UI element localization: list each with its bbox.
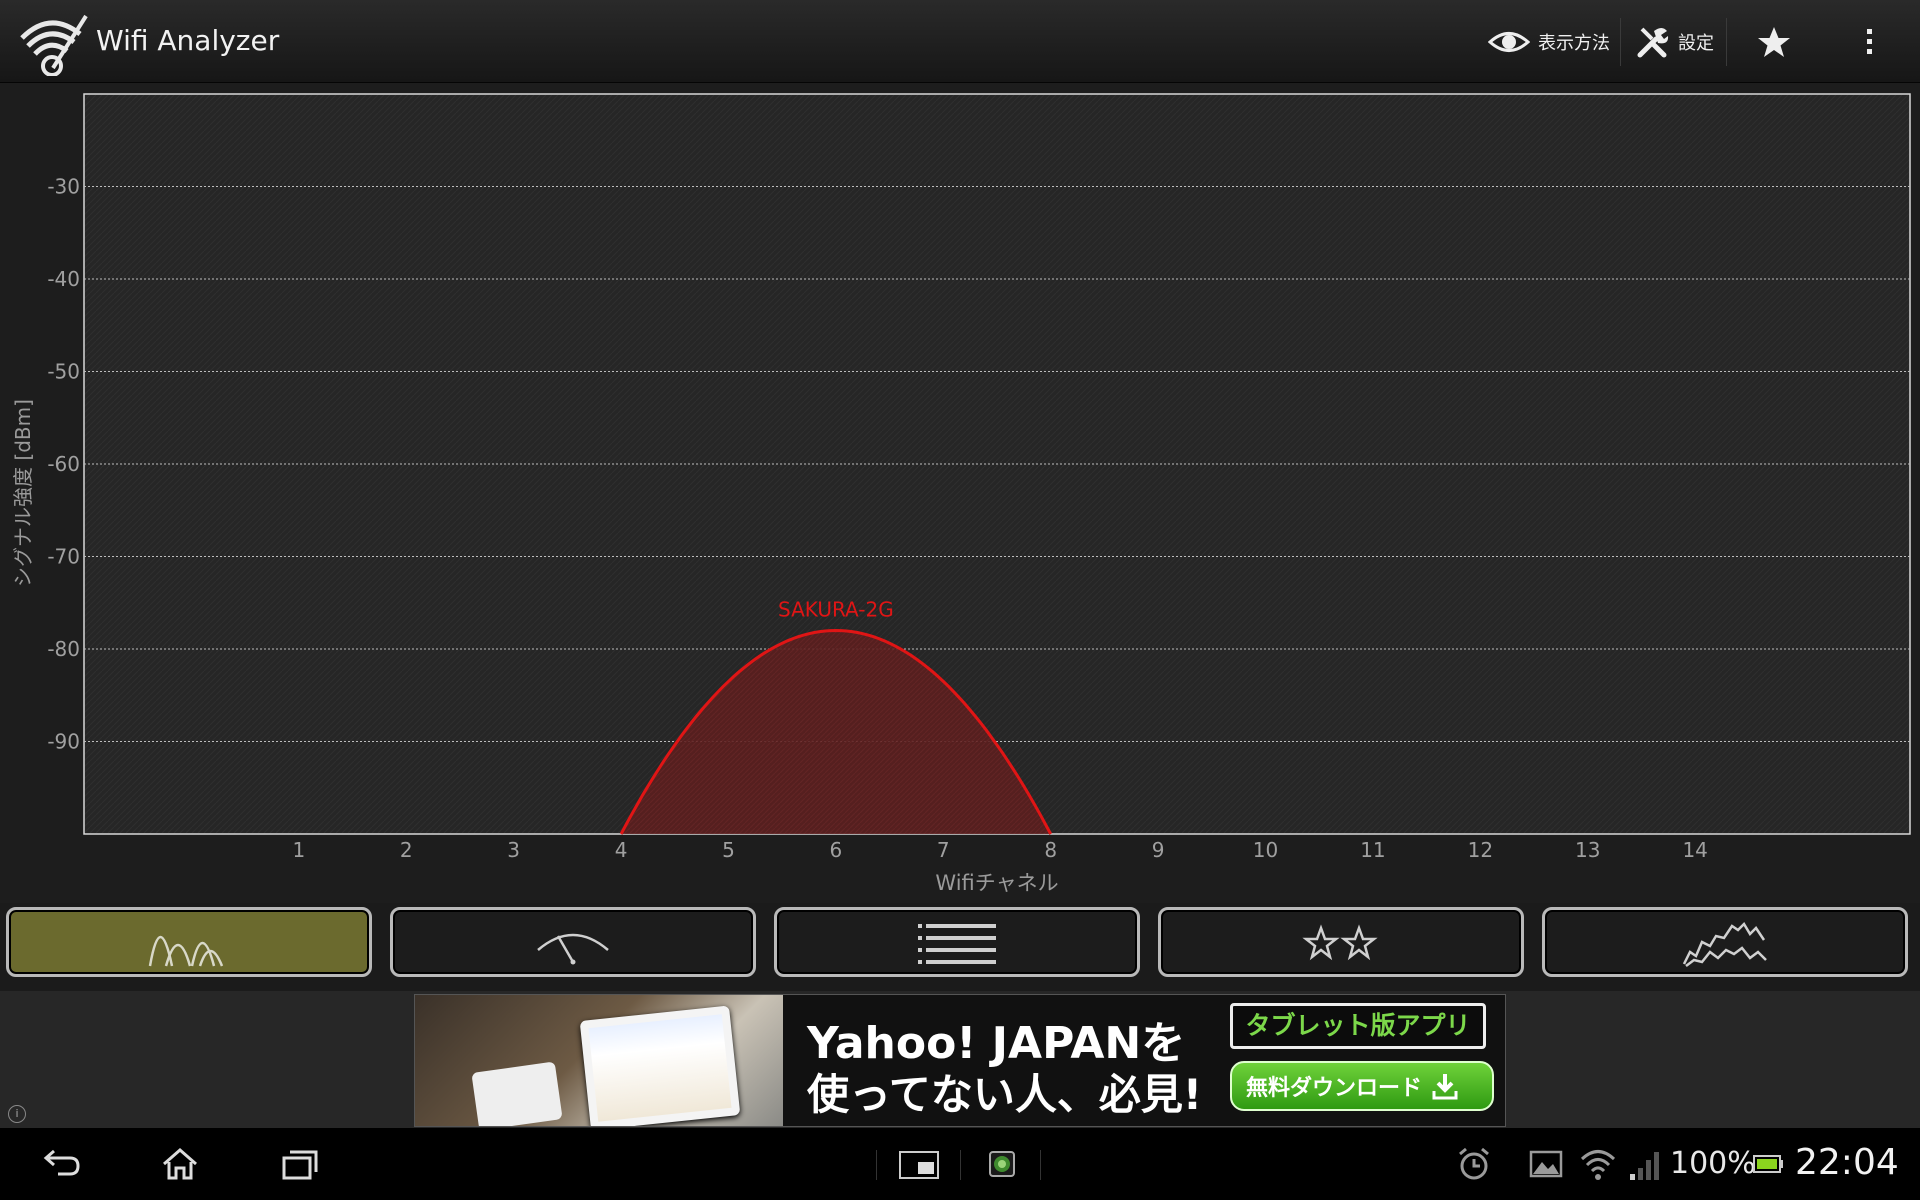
view-tab-bar xyxy=(0,903,1920,991)
wrench-icon xyxy=(1637,27,1669,58)
x-tick-label: 5 xyxy=(722,838,735,862)
list-icon xyxy=(918,924,996,964)
ad-subheadline: 使ってない人、必見! xyxy=(807,1070,1203,1119)
x-tick-label: 2 xyxy=(400,838,413,862)
settings-button[interactable]: 設定 xyxy=(1636,14,1714,70)
view-mode-label: 表示方法 xyxy=(1538,33,1610,54)
stars-icon xyxy=(1302,924,1378,961)
nav-separator xyxy=(876,1150,877,1180)
settings-label: 設定 xyxy=(1678,33,1714,54)
x-tick-label: 8 xyxy=(1044,838,1057,862)
more-vert-icon xyxy=(1867,29,1872,54)
back-icon[interactable] xyxy=(40,1146,84,1182)
app-shortcut-icon[interactable] xyxy=(986,1146,1018,1182)
app-title: Wifi Analyzer xyxy=(96,24,280,57)
y-tick-label: -40 xyxy=(47,267,80,291)
battery-percentage: 100% xyxy=(1670,1146,1756,1181)
favorite-button[interactable] xyxy=(1756,14,1800,70)
meter-icon xyxy=(537,933,609,965)
nav-separator xyxy=(1040,1150,1041,1180)
x-tick-label: 9 xyxy=(1152,838,1165,862)
tab-time-graph[interactable] xyxy=(1542,907,1908,977)
x-tick-label: 14 xyxy=(1682,838,1707,862)
chart-canvas: -30-40-50-60-70-80-90 1 2 3 4 5 6 7 8 9 10 11 12 13 1… xyxy=(0,83,1920,903)
download-icon xyxy=(1432,1074,1458,1100)
clock: 22:04 xyxy=(1795,1142,1899,1183)
ad-banner[interactable]: Yahoo! JAPANを 使ってない人、必見! タブレット版アプリ 無料ダウン… xyxy=(414,994,1506,1127)
eye-icon xyxy=(1488,32,1530,52)
wifi-analyzer-logo-icon xyxy=(20,14,88,76)
ad-image xyxy=(415,995,783,1126)
overflow-menu-button[interactable] xyxy=(1862,14,1886,70)
nav-separator xyxy=(960,1150,961,1180)
x-tick-label: 12 xyxy=(1468,838,1493,862)
tab-signal-meter[interactable] xyxy=(390,907,756,977)
system-nav-bar: 100% 22:04 xyxy=(0,1128,1920,1200)
cell-signal-icon xyxy=(1630,1152,1659,1180)
ad-zone: Yahoo! JAPANを 使ってない人、必見! タブレット版アプリ 無料ダウン… xyxy=(0,991,1920,1128)
small-apps-icon[interactable] xyxy=(898,1146,940,1182)
action-bar: Wifi Analyzer 表示方法 設定 xyxy=(0,0,1920,83)
ad-info-icon[interactable]: i xyxy=(8,1105,26,1123)
y-tick-label: -70 xyxy=(47,545,80,569)
tab-channel-graph[interactable] xyxy=(6,907,372,977)
channel-graph-icon xyxy=(148,935,224,967)
time-graph-icon xyxy=(1682,921,1767,967)
home-icon[interactable] xyxy=(160,1146,200,1182)
alarm-icon xyxy=(1459,1147,1489,1180)
y-tick-label: -80 xyxy=(47,637,80,661)
tab-channel-rating[interactable] xyxy=(1158,907,1524,977)
ad-tag: タブレット版アプリ xyxy=(1230,1003,1486,1049)
recent-apps-icon[interactable] xyxy=(280,1146,320,1182)
x-tick-label: 13 xyxy=(1575,838,1600,862)
action-divider xyxy=(1620,18,1621,66)
ad-download-button[interactable]: 無料ダウンロード xyxy=(1230,1061,1494,1111)
tab-ap-list[interactable] xyxy=(774,907,1140,977)
y-tick-label: -60 xyxy=(47,452,80,476)
y-tick-label: -50 xyxy=(47,360,80,384)
channel-graph-chart: -30 -40 -50 -60 -70 -80 -90 1 2 3 4 5 6 7 8 9 10 11 12 13 1… xyxy=(0,83,1920,903)
ad-cta-label: 無料ダウンロード xyxy=(1246,1076,1423,1101)
x-tick-label: 4 xyxy=(615,838,628,862)
x-tick-label: 6 xyxy=(830,838,843,862)
star-icon xyxy=(1758,27,1790,57)
x-tick-label: 3 xyxy=(507,838,520,862)
x-tick-label: 1 xyxy=(292,838,305,862)
y-axis-label: シグナル強度 [dBm] xyxy=(11,399,35,587)
view-mode-button[interactable]: 表示方法 xyxy=(1488,14,1610,70)
gallery-icon xyxy=(1529,1150,1563,1178)
x-axis-label: Wifiチャネル xyxy=(935,871,1058,895)
x-tick-label: 11 xyxy=(1360,838,1385,862)
y-tick-label: -90 xyxy=(47,730,80,754)
action-divider xyxy=(1726,18,1727,66)
y-tick-label: -30 xyxy=(47,175,80,199)
wifi-status-icon xyxy=(1580,1150,1616,1180)
x-tick-label: 7 xyxy=(937,838,950,862)
network-ssid-label: SAKURA-2G xyxy=(778,598,894,622)
x-tick-label: 10 xyxy=(1253,838,1278,862)
battery-icon xyxy=(1753,1155,1783,1173)
